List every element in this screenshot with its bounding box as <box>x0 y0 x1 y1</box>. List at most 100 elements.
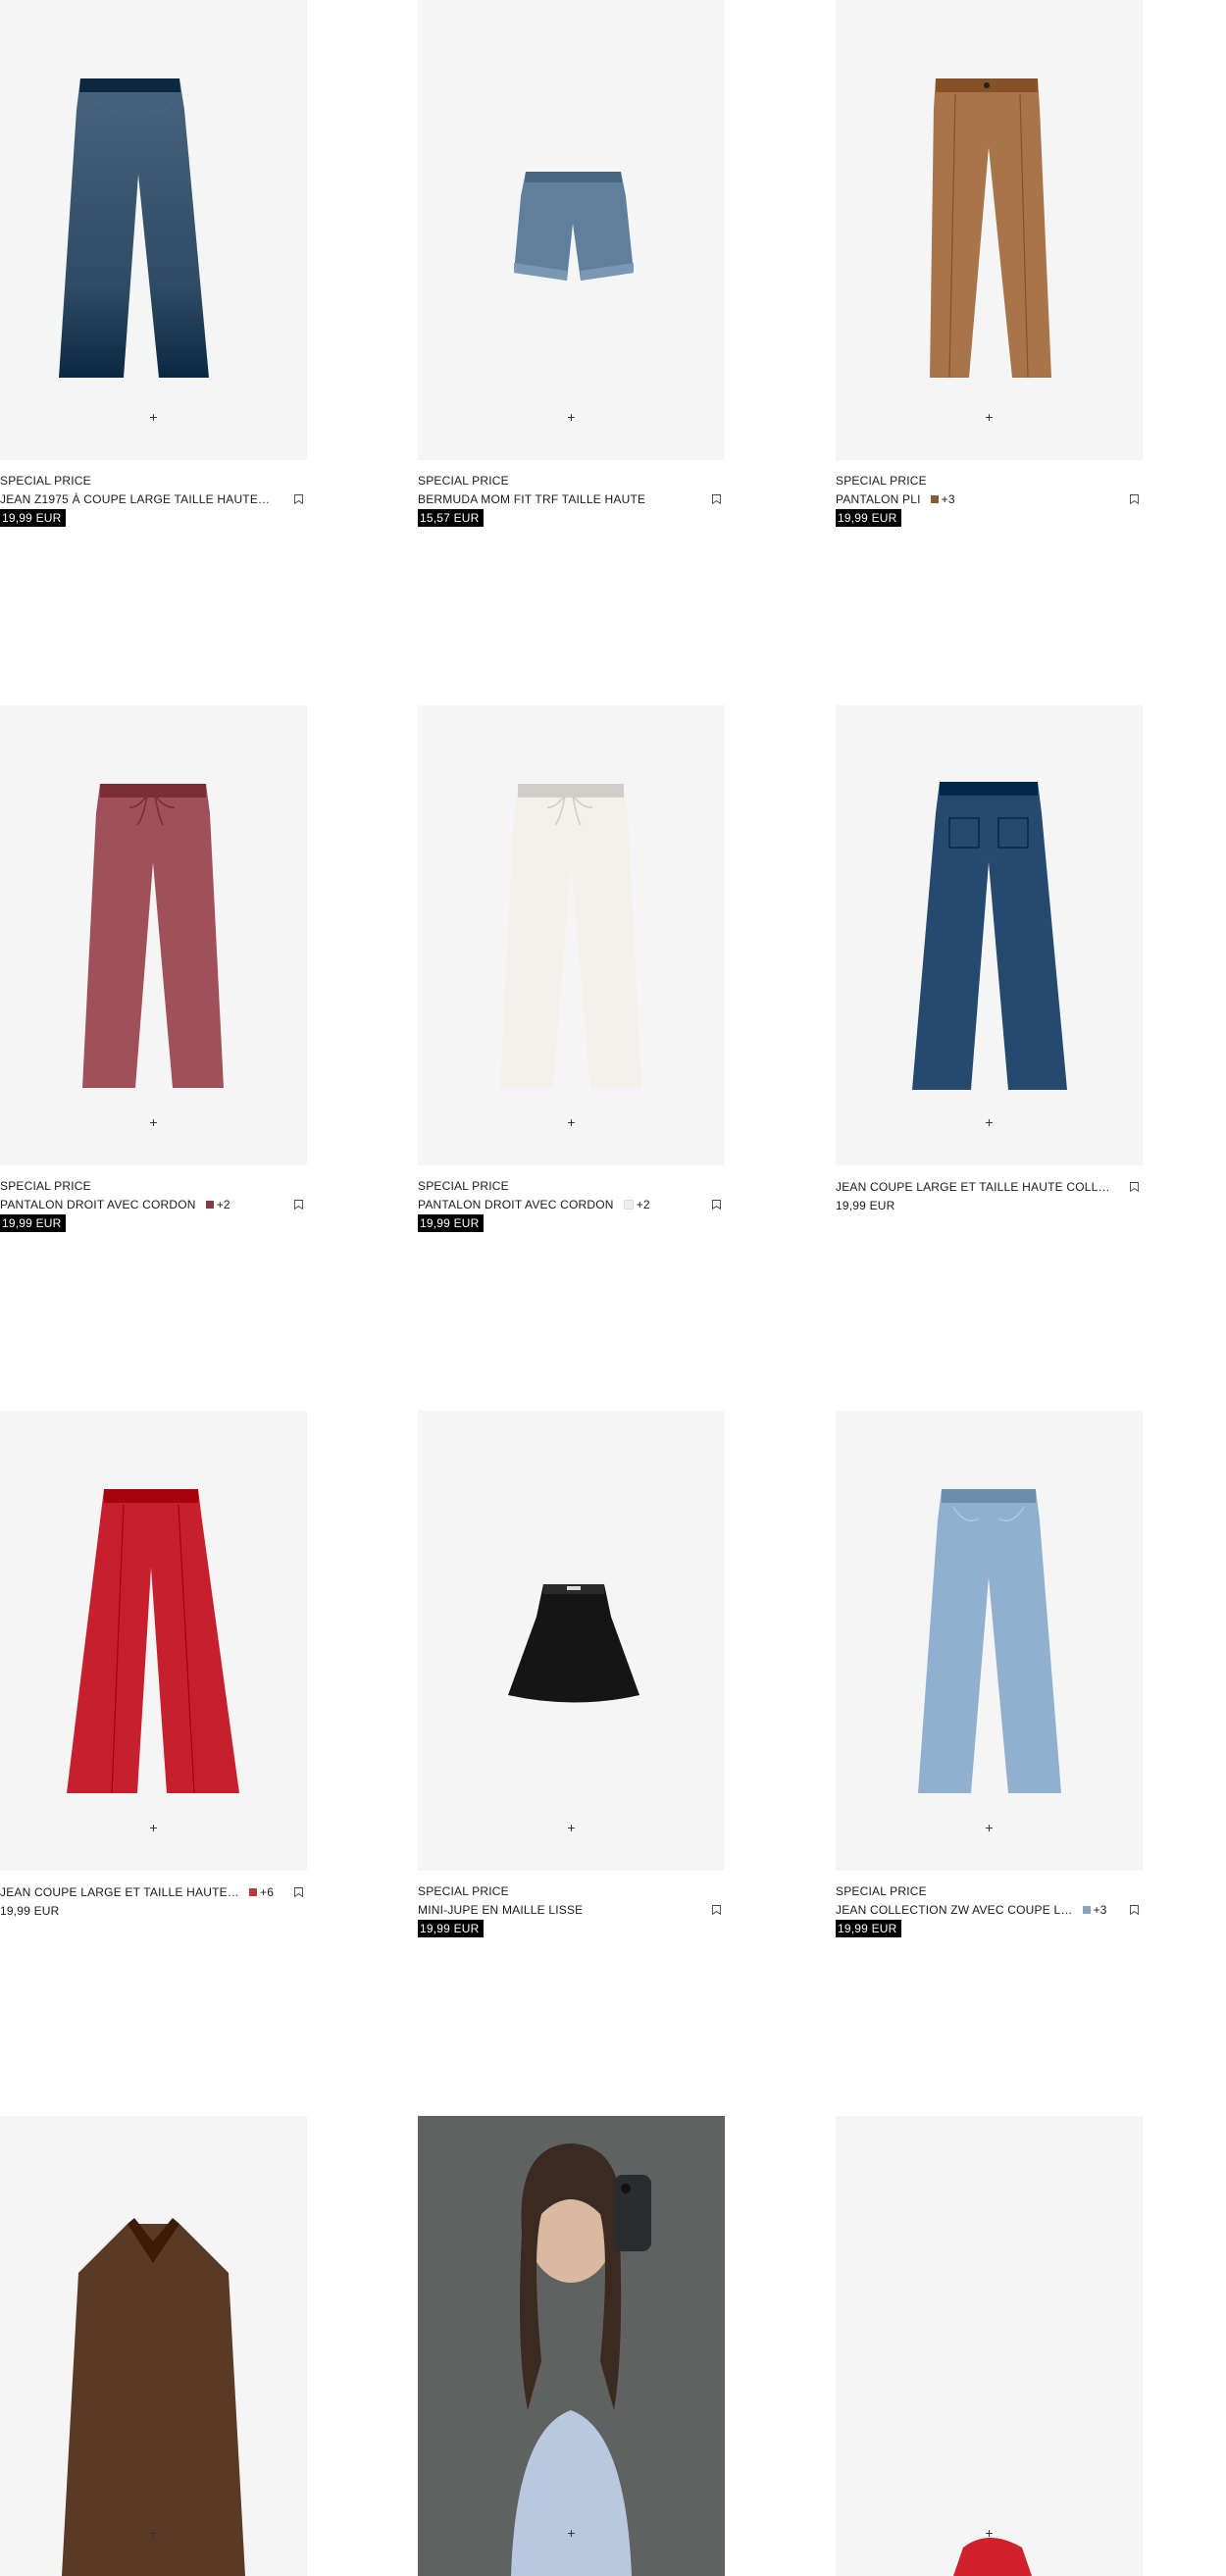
product-image[interactable]: + <box>418 1411 725 1871</box>
bookmark-icon[interactable] <box>712 494 721 504</box>
product-name-row: JEAN Z1975 À COUPE LARGE TAILLE HAUTE… <box>0 489 307 508</box>
product-card-7[interactable]: + JEAN COUPE LARGE ET TAILLE HAUTE… +6 1… <box>0 1411 307 1937</box>
product-name-row: PANTALON DROIT AVEC CORDON +2 <box>418 1195 725 1213</box>
product-name[interactable]: JEAN COLLECTION ZW AVEC COUPE L… <box>836 1903 1073 1917</box>
product-info: SPECIAL PRICE BERMUDA MOM FIT TRF TAILLE… <box>418 460 725 527</box>
product-card-3[interactable]: + SPECIAL PRICE PANTALON PLI +3 19,99 EU… <box>836 0 1143 527</box>
product-name-row: JEAN COUPE LARGE ET TAILLE HAUTE COLL… <box>836 1177 1143 1196</box>
product-card-10[interactable]: + <box>0 2116 307 2576</box>
product-name-row: JEAN COUPE LARGE ET TAILLE HAUTE… +6 <box>0 1882 307 1901</box>
product-info: SPECIAL PRICE PANTALON DROIT AVEC CORDON… <box>0 1165 307 1232</box>
bookmark-icon[interactable] <box>1130 1182 1139 1192</box>
product-photo <box>82 784 224 1088</box>
product-photo <box>918 1489 1061 1793</box>
product-card-8[interactable]: + SPECIAL PRICE MINI-JUPE EN MAILLE LISS… <box>418 1411 725 1937</box>
add-to-cart-button[interactable]: + <box>980 1818 999 1837</box>
more-colors-count[interactable]: +2 <box>217 1198 230 1211</box>
product-image[interactable]: + <box>418 705 725 1165</box>
product-image[interactable]: + <box>0 1411 307 1871</box>
product-price: 15,57 EUR <box>418 508 484 527</box>
price-row: 19,99 EUR <box>836 1919 1143 1937</box>
product-photo <box>930 78 1051 379</box>
add-to-cart-button[interactable]: + <box>144 2523 164 2543</box>
product-photo <box>59 78 209 378</box>
product-price: 19,99 EUR <box>0 1903 60 1918</box>
product-card-2[interactable]: + SPECIAL PRICE BERMUDA MOM FIT TRF TAIL… <box>418 0 725 527</box>
product-price: 19,99 EUR <box>836 1919 901 1937</box>
product-card-4[interactable]: + SPECIAL PRICE PANTALON DROIT AVEC CORD… <box>0 705 307 1232</box>
product-info: JEAN COUPE LARGE ET TAILLE HAUTE COLL… 1… <box>836 1165 1143 1214</box>
product-info: SPECIAL PRICE JEAN Z1975 À COUPE LARGE T… <box>0 460 307 527</box>
product-photo <box>62 2218 245 2576</box>
add-to-cart-button[interactable]: + <box>562 2523 582 2543</box>
product-name[interactable]: JEAN COUPE LARGE ET TAILLE HAUTE… <box>0 1885 239 1899</box>
add-to-cart-button[interactable]: + <box>144 1818 164 1837</box>
price-row: 19,99 EUR <box>418 1919 725 1937</box>
color-swatch[interactable] <box>205 1200 214 1209</box>
bookmark-icon[interactable] <box>294 1887 303 1897</box>
product-card-1[interactable]: + SPECIAL PRICE JEAN Z1975 À COUPE LARGE… <box>0 0 307 527</box>
bookmark-icon[interactable] <box>1130 494 1139 504</box>
product-name[interactable]: PANTALON DROIT AVEC CORDON <box>418 1198 614 1211</box>
bookmark-icon[interactable] <box>294 1200 303 1210</box>
product-price: 19,99 EUR <box>418 1919 484 1937</box>
add-to-cart-button[interactable]: + <box>980 1112 999 1132</box>
product-card-6[interactable]: + JEAN COUPE LARGE ET TAILLE HAUTE COLL…… <box>836 705 1143 1232</box>
product-card-9[interactable]: + SPECIAL PRICE JEAN COLLECTION ZW AVEC … <box>836 1411 1143 1937</box>
color-swatch[interactable] <box>1082 1905 1091 1914</box>
more-colors-count[interactable]: +3 <box>942 492 955 506</box>
product-info: SPECIAL PRICE MINI-JUPE EN MAILLE LISSE … <box>418 1871 725 1937</box>
product-card-5[interactable]: + SPECIAL PRICE PANTALON DROIT AVEC CORD… <box>418 705 725 1232</box>
product-name-row: JEAN COLLECTION ZW AVEC COUPE L… +3 <box>836 1900 1143 1919</box>
add-to-cart-button[interactable]: + <box>562 1112 582 1132</box>
special-price-label: SPECIAL PRICE <box>836 1884 927 1898</box>
product-image[interactable]: + <box>836 705 1143 1165</box>
product-name[interactable]: BERMUDA MOM FIT TRF TAILLE HAUTE <box>418 492 645 506</box>
product-price: 19,99 EUR <box>418 1213 484 1232</box>
product-name[interactable]: MINI-JUPE EN MAILLE LISSE <box>418 1903 583 1917</box>
product-card-12[interactable]: + <box>836 2116 1143 2576</box>
color-swatch[interactable] <box>249 1887 257 1896</box>
product-name[interactable]: PANTALON PLI <box>836 492 921 506</box>
product-image[interactable]: + <box>0 2116 307 2576</box>
add-to-cart-button[interactable]: + <box>980 407 999 427</box>
color-swatch[interactable] <box>623 1199 634 1210</box>
color-swatch[interactable] <box>930 494 939 503</box>
product-photo <box>912 782 1067 1090</box>
price-row: 19,99 EUR <box>836 508 1143 527</box>
product-photo <box>500 784 641 1088</box>
add-to-cart-button[interactable]: + <box>144 407 164 427</box>
product-price: 19,99 EUR <box>0 508 66 527</box>
product-name[interactable]: JEAN COUPE LARGE ET TAILLE HAUTE COLL… <box>836 1180 1110 1194</box>
product-name-row: BERMUDA MOM FIT TRF TAILLE HAUTE <box>418 489 725 508</box>
special-price-label: SPECIAL PRICE <box>418 1179 509 1193</box>
product-name[interactable]: JEAN Z1975 À COUPE LARGE TAILLE HAUTE… <box>0 492 270 506</box>
price-row: 19,99 EUR <box>418 1213 725 1232</box>
product-name[interactable]: PANTALON DROIT AVEC CORDON <box>0 1198 196 1211</box>
more-colors-count[interactable]: +2 <box>637 1198 650 1211</box>
more-colors-count[interactable]: +3 <box>1094 1903 1107 1917</box>
product-image[interactable]: + <box>0 705 307 1165</box>
bookmark-icon[interactable] <box>712 1200 721 1210</box>
product-card-11[interactable]: + <box>418 2116 725 2576</box>
add-to-cart-button[interactable]: + <box>562 407 582 427</box>
product-photo <box>418 2116 725 2576</box>
bookmark-icon[interactable] <box>1130 1905 1139 1915</box>
product-price: 19,99 EUR <box>0 1213 66 1232</box>
product-image[interactable]: + <box>836 1411 1143 1871</box>
product-image[interactable]: + <box>418 2116 725 2576</box>
product-name-row: PANTALON DROIT AVEC CORDON +2 <box>0 1195 307 1213</box>
add-to-cart-button[interactable]: + <box>144 1112 164 1132</box>
special-price-label: SPECIAL PRICE <box>0 474 91 488</box>
more-colors-count[interactable]: +6 <box>260 1885 274 1899</box>
product-image[interactable]: + <box>0 0 307 460</box>
bookmark-icon[interactable] <box>712 1905 721 1915</box>
product-image[interactable]: + <box>836 2116 1143 2576</box>
add-to-cart-button[interactable]: + <box>562 1818 582 1837</box>
price-row: 19,99 EUR <box>0 1901 307 1920</box>
product-image[interactable]: + <box>836 0 1143 460</box>
product-image[interactable]: + <box>418 0 725 460</box>
bookmark-icon[interactable] <box>294 494 303 504</box>
product-name-row: MINI-JUPE EN MAILLE LISSE <box>418 1900 725 1919</box>
add-to-cart-button[interactable]: + <box>980 2523 999 2543</box>
